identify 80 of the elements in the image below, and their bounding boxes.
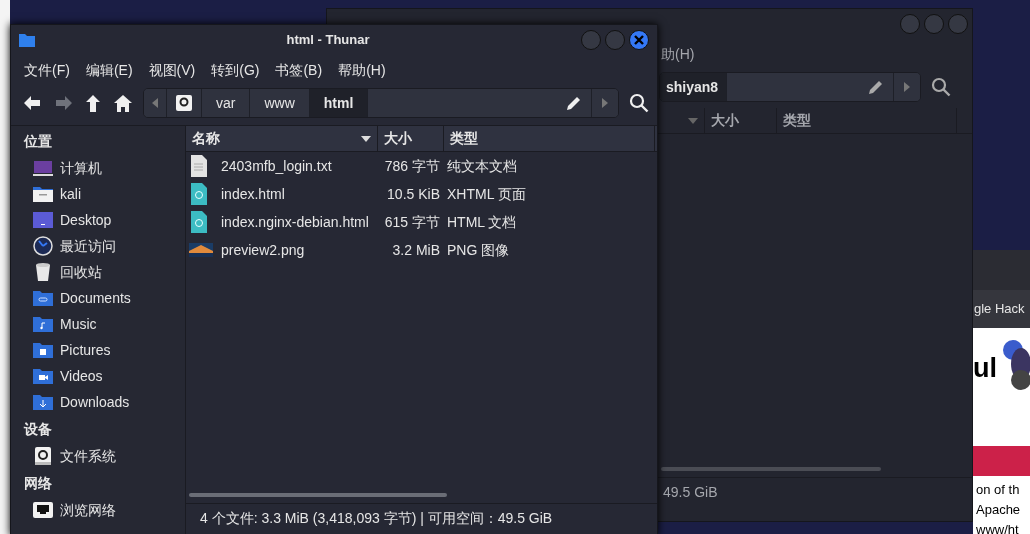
page-text: Apache xyxy=(976,502,1022,519)
downloads-folder-icon xyxy=(33,392,53,412)
path-segment[interactable]: shiyan8 xyxy=(660,73,728,101)
banner xyxy=(973,446,1030,476)
documents-folder-icon xyxy=(33,288,53,308)
file-size: 615 字节 xyxy=(384,213,440,230)
page-text: on of th xyxy=(976,482,1021,499)
file-type: XHTML 页面 xyxy=(447,185,526,202)
sidebar-item[interactable]: 回收站 xyxy=(11,259,185,285)
pictures-folder-icon xyxy=(33,340,53,360)
path-segment[interactable]: html xyxy=(309,89,369,117)
page-text: www/ht xyxy=(976,522,1020,534)
music-folder-icon xyxy=(33,314,53,334)
menu-item[interactable]: 文件(F) xyxy=(24,61,70,79)
sidebar-item[interactable]: kali xyxy=(11,181,185,207)
scrollbar[interactable] xyxy=(189,493,447,497)
menu-item[interactable]: 助(H) xyxy=(661,45,695,63)
path-back-button[interactable] xyxy=(144,89,167,117)
sidebar-item[interactable]: 计算机 xyxy=(11,155,185,181)
window-title: html - Thunar xyxy=(285,32,371,48)
clock-icon xyxy=(33,236,53,256)
edit-icon[interactable] xyxy=(565,94,583,112)
search-icon[interactable] xyxy=(629,93,649,113)
sidebar-item[interactable]: Videos xyxy=(11,363,185,389)
folder-icon xyxy=(19,33,35,47)
column-header[interactable]: 类型 xyxy=(444,126,655,151)
column-header[interactable]: 大小 xyxy=(705,108,777,133)
menu-item[interactable]: 转到(G) xyxy=(211,61,260,79)
status-text: 4 个文件: 3.3 MiB (3,418,093 字节) | 可用空间：49.5 GiB xyxy=(200,510,553,527)
file-type: HTML 文档 xyxy=(447,213,517,230)
file-name[interactable]: index.nginx-debian.html xyxy=(221,213,369,231)
edit-icon[interactable] xyxy=(867,78,885,96)
close-icon xyxy=(634,35,644,45)
file-name[interactable]: index.html xyxy=(221,185,285,203)
page-heading: ul xyxy=(973,351,997,385)
sidebar-item[interactable]: 浏览网络 xyxy=(11,497,185,523)
section-heading: 设备 xyxy=(22,419,53,439)
home-folder-icon xyxy=(33,184,53,204)
sidebar-item[interactable]: 最近访问 xyxy=(11,233,185,259)
menu-item[interactable]: 帮助(H) xyxy=(338,61,386,79)
path-forward-button[interactable] xyxy=(591,89,618,117)
section-heading: 网络 xyxy=(23,473,53,493)
sidebar-item[interactable]: Documents xyxy=(11,285,185,311)
column-header[interactable]: 类型 xyxy=(777,108,957,133)
desktop-icon xyxy=(33,210,53,230)
file-name[interactable]: 2403mfb_login.txt xyxy=(221,157,332,175)
scrollbar[interactable] xyxy=(661,467,881,471)
file-name[interactable]: preview2.png xyxy=(221,241,305,259)
column-header[interactable]: 名称 xyxy=(186,126,378,151)
close-button[interactable] xyxy=(629,30,649,50)
sidebar-item[interactable]: Music xyxy=(11,311,185,337)
videos-folder-icon xyxy=(33,366,53,386)
drive-icon xyxy=(175,94,193,112)
file-size: 10.5 KiB xyxy=(387,185,440,202)
sidebar-item[interactable]: Pictures xyxy=(11,337,185,363)
section-heading: 位置 xyxy=(23,131,53,151)
drive-icon xyxy=(33,446,53,466)
column-header[interactable]: 大小 xyxy=(378,126,444,151)
home-icon[interactable] xyxy=(113,93,133,113)
sidebar-item[interactable]: Downloads xyxy=(11,389,185,415)
computer-icon xyxy=(33,158,53,178)
menu-item[interactable]: 书签(B) xyxy=(275,61,323,79)
caret-left-icon xyxy=(152,98,158,108)
trash-icon xyxy=(33,262,53,282)
sort-arrow-icon xyxy=(688,117,698,124)
file-type: PNG 图像 xyxy=(447,241,510,258)
caret-right-icon xyxy=(602,98,608,108)
file-size: 3.2 MiB xyxy=(392,241,440,258)
browser-tab[interactable]: gle Hack xyxy=(973,290,1030,328)
search-icon[interactable] xyxy=(931,77,951,97)
file-size: 786 字节 xyxy=(384,157,440,174)
menu-item[interactable]: 视图(V) xyxy=(148,61,196,79)
file-type: 纯文本文档 xyxy=(447,157,517,174)
network-icon xyxy=(33,500,53,520)
sidebar-item[interactable]: Desktop xyxy=(11,207,185,233)
path-forward-button[interactable] xyxy=(893,73,920,101)
menu-item[interactable]: 编辑(E) xyxy=(85,61,133,79)
status-text: 49.5 GiB xyxy=(663,484,718,501)
caret-right-icon xyxy=(904,82,910,92)
sidebar-item[interactable]: 文件系统 xyxy=(11,443,185,469)
